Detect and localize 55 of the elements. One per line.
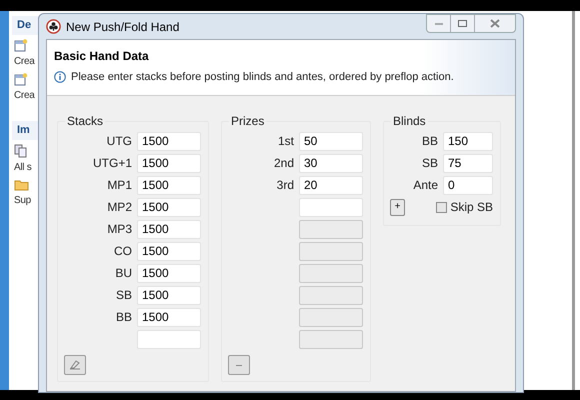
add-button[interactable]: + <box>390 198 405 216</box>
input-field[interactable]: 1500 <box>137 264 201 282</box>
input-field[interactable]: 75 <box>443 154 493 172</box>
eraser-button[interactable] <box>64 355 86 375</box>
new-file-icon <box>14 39 28 52</box>
field-label: Ante <box>412 177 438 194</box>
window-title: New Push/Fold Hand <box>66 18 180 36</box>
header-title: Basic Hand Data <box>54 48 150 65</box>
field-label: 1st <box>276 133 294 150</box>
eraser-icon <box>69 360 81 370</box>
field-label: BU <box>114 265 132 282</box>
input-field[interactable] <box>299 198 363 216</box>
remove-button[interactable] <box>228 355 250 375</box>
field-label: SB <box>420 155 438 172</box>
group-title: Stacks <box>65 114 106 128</box>
field-label: 2nd <box>272 155 294 172</box>
input-field[interactable]: 30 <box>299 154 363 172</box>
input-field[interactable]: 50 <box>299 132 363 150</box>
checkbox-label: Skip SB <box>450 199 493 216</box>
group-title: Prizes <box>229 114 266 128</box>
input-field[interactable]: 150 <box>443 132 493 150</box>
folder-icon <box>14 179 29 191</box>
item-label[interactable]: All s <box>14 160 32 175</box>
input-field[interactable]: 1500 <box>137 154 201 172</box>
club-logo-icon <box>46 19 61 34</box>
item-label[interactable]: Crea <box>14 54 34 69</box>
field-label: 3rd <box>276 177 294 194</box>
input-field[interactable]: 1500 <box>137 308 201 326</box>
input-field[interactable]: 1500 <box>137 242 201 260</box>
field-label: BB <box>420 133 438 150</box>
field-label: MP3 <box>106 221 132 238</box>
input-field[interactable]: 1500 <box>137 220 201 238</box>
input-field[interactable]: 1500 <box>137 198 201 216</box>
input-field[interactable] <box>137 330 201 348</box>
item-label[interactable]: Crea <box>14 88 34 103</box>
input-field[interactable]: 1500 <box>137 132 201 150</box>
field-label: UTG+1 <box>92 155 132 172</box>
input-field[interactable]: 20 <box>299 176 363 194</box>
copies-icon <box>14 144 28 158</box>
info-icon <box>54 71 66 84</box>
field-label: MP1 <box>106 177 132 194</box>
close-icon <box>490 19 500 28</box>
input-field[interactable]: 0 <box>443 176 493 194</box>
group-title: Blinds <box>391 114 428 128</box>
input-field[interactable]: 1500 <box>137 176 201 194</box>
field-label: CO <box>113 243 132 260</box>
field-label: UTG <box>106 133 132 150</box>
info-text: Please enter stacks before posting blinds and antes, ordered by preflop action. <box>71 70 454 85</box>
field-label: BB <box>114 309 132 326</box>
input-field[interactable]: 1500 <box>137 286 201 304</box>
field-label: MP2 <box>106 199 132 216</box>
new-file-icon <box>14 73 28 86</box>
field-label: SB <box>114 287 132 304</box>
item-label[interactable]: Sup <box>14 193 31 208</box>
skip-sb-checkbox[interactable] <box>436 202 448 212</box>
